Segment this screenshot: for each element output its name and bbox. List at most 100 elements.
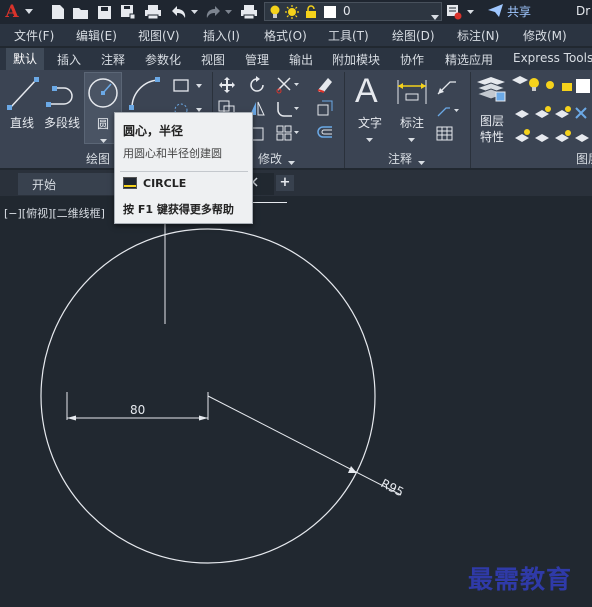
line-button[interactable]: 直线 (6, 74, 42, 134)
text-button[interactable]: A 文字 (352, 72, 388, 142)
add-tab-label: + (279, 175, 291, 190)
move-button[interactable] (218, 76, 236, 97)
redo-icon[interactable] (204, 2, 222, 22)
annotation-panel-dropdown-icon (418, 155, 425, 169)
menu-edit[interactable]: 编辑(E) (76, 27, 117, 44)
circle-label: 圆 (97, 117, 110, 131)
dimension-arrow-right (199, 415, 208, 421)
menu-file[interactable]: 文件(F) (14, 27, 54, 44)
print-icon[interactable] (240, 2, 258, 22)
tab-default[interactable]: 默认 (6, 48, 45, 70)
chevron-down-icon (431, 9, 439, 23)
text-label: 文字 (358, 116, 383, 130)
undo-dropdown-icon[interactable] (190, 2, 198, 22)
layer-tools-icons-2 (515, 129, 589, 142)
layer-name: 0 (343, 4, 351, 18)
app-menu-chevron-icon[interactable] (24, 2, 34, 22)
document-title: Dr (576, 4, 591, 18)
layer-controls-icons (512, 76, 590, 93)
erase-button[interactable] (316, 76, 334, 97)
polyline-button[interactable]: 多段线 (44, 74, 84, 134)
menu-format[interactable]: 格式(O) (264, 27, 307, 44)
plot-icon[interactable] (144, 2, 162, 22)
tab-start[interactable]: 开始 (18, 173, 128, 195)
menu-modify[interactable]: 修改(M) (523, 27, 567, 44)
polyline-icon (46, 86, 73, 107)
tab-view[interactable]: 视图 (201, 51, 225, 68)
sun-icon (285, 5, 299, 22)
tooltip-divider (120, 171, 248, 172)
fillet-button[interactable] (276, 100, 300, 121)
tab-insert[interactable]: 插入 (57, 51, 81, 68)
redo-dropdown-icon[interactable] (224, 2, 232, 22)
tab-addins[interactable]: 附加模块 (332, 51, 380, 68)
menu-tools[interactable]: 工具(T) (328, 27, 369, 44)
circle-dropdown-icon (100, 133, 107, 147)
tab-annotate[interactable]: 注释 (101, 51, 125, 68)
offset-icon (317, 126, 332, 138)
undo-icon[interactable] (170, 2, 188, 22)
layer-state-icon[interactable] (446, 2, 462, 22)
app-logo-icon[interactable]: A (4, 2, 20, 22)
layer-state-dropdown-icon[interactable] (466, 2, 474, 22)
modify-panel-title[interactable]: 修改 (258, 150, 282, 167)
menu-draw[interactable]: 绘图(D) (392, 27, 435, 44)
trim-icon (276, 77, 299, 94)
lock-icon (305, 5, 317, 22)
share-button[interactable]: 共享 (488, 3, 531, 20)
leader-button[interactable] (436, 78, 460, 99)
dimension-text: 80 (130, 403, 145, 417)
lightbulb-icon (269, 5, 281, 22)
send-icon (488, 3, 503, 20)
array-button[interactable] (276, 124, 300, 145)
layer-properties-label-2: 特性 (480, 130, 505, 144)
layer-dropdown[interactable]: 0 (264, 2, 442, 21)
file-tabs-bar: 开始 + (0, 170, 592, 196)
quick-access-toolbar: A 0 共享 Dr (0, 0, 592, 24)
dimension-label: 标注 (400, 116, 425, 130)
tab-start-label: 开始 (32, 178, 57, 192)
ribbon-panel-area: 直线 多段线 圆 绘图 修改 A 文字 标注 注释 图层 特性 图 (0, 70, 592, 168)
tab-manage[interactable]: 管理 (245, 51, 269, 68)
command-line-icon (123, 177, 137, 189)
open-icon[interactable] (72, 2, 90, 22)
menu-insert[interactable]: 插入(I) (203, 27, 240, 44)
erase-icon (317, 78, 332, 93)
save-icon[interactable] (96, 2, 112, 22)
layer-tools-row-2[interactable] (514, 128, 592, 148)
dimension-icon (397, 80, 427, 104)
modify-panel-dropdown-icon (288, 155, 295, 169)
dimension-button[interactable]: 标注 (394, 74, 430, 142)
text-a-icon: A (355, 72, 378, 110)
circle-tooltip: 圆心，半径 用圆心和半径创建圆 CIRCLE 按 F1 键获得更多帮助 (114, 112, 253, 224)
line-icon (7, 77, 39, 110)
layer-properties-button[interactable]: 图层 特性 (474, 74, 510, 144)
drawing-canvas[interactable]: [−][俯视][二维线框] 80 R95 (0, 196, 592, 607)
tab-parametric[interactable]: 参数化 (145, 51, 181, 68)
menu-dimension[interactable]: 标注(N) (457, 27, 499, 44)
offset-button[interactable] (316, 124, 334, 145)
add-tab-button[interactable]: + (276, 175, 294, 191)
tab-featured-apps[interactable]: 精选应用 (445, 51, 493, 68)
layer-tools-row-1[interactable] (514, 104, 592, 124)
tab-collaborate[interactable]: 协作 (400, 51, 424, 68)
trim-button[interactable] (276, 76, 300, 97)
explode-button[interactable] (316, 100, 334, 121)
tab-output[interactable]: 输出 (289, 51, 313, 68)
saveas-icon[interactable] (120, 2, 136, 22)
rectangle-icon (173, 79, 202, 92)
layer-quick-controls[interactable] (512, 76, 592, 98)
annotation-panel-title[interactable]: 注释 (388, 150, 412, 167)
rectangle-button[interactable] (172, 78, 206, 96)
new-icon[interactable] (50, 2, 66, 22)
layers-panel-title[interactable]: 图层 (576, 150, 592, 167)
table-button[interactable] (436, 126, 454, 145)
polyline-label: 多段线 (44, 116, 81, 130)
rotate-button[interactable] (248, 76, 266, 97)
tab-express-tools[interactable]: Express Tools (513, 51, 592, 65)
draw-panel-title[interactable]: 绘图 (86, 150, 110, 167)
array-icon (276, 125, 299, 141)
leader-arrow-button[interactable] (436, 102, 460, 123)
share-label: 共享 (507, 5, 532, 19)
menu-view[interactable]: 视图(V) (138, 27, 180, 44)
